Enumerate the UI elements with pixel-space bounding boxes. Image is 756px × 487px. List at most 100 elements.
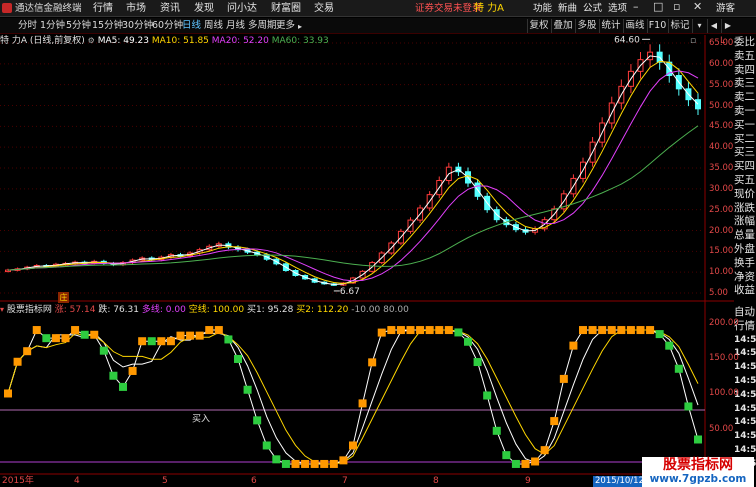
indicator-block xyxy=(617,326,626,335)
btn-diejia[interactable]: 叠加 xyxy=(551,19,574,33)
tick-row-label: 14:50 xyxy=(734,375,756,386)
menu-zixun[interactable]: 资讯 xyxy=(160,2,180,15)
app-title: 通达信金融终端 xyxy=(15,3,82,14)
quote-row-label: 涨跌 xyxy=(734,201,755,214)
indicator-block xyxy=(626,326,635,335)
indicator-block xyxy=(425,326,434,335)
ma10-line xyxy=(7,60,699,285)
period-1min[interactable]: 1分钟 xyxy=(40,20,65,32)
indicator-block xyxy=(377,328,386,337)
menu-xuanxiang[interactable]: 选项 xyxy=(608,2,627,15)
quote-row-label: 总量 xyxy=(734,229,755,242)
btn-fuquan[interactable]: 复权 xyxy=(527,19,550,33)
ind-mai2: 买2: 112.20 xyxy=(296,305,349,315)
indicator-block xyxy=(531,457,540,466)
period-toolbar: 分时 1分钟 5分钟 15分钟 30分钟 60分钟 日线 周线 月线 多周期 更… xyxy=(0,18,756,34)
date-tick: 5 xyxy=(162,476,168,486)
period-multi[interactable]: 多周期 xyxy=(248,20,277,32)
btn-biaoji[interactable]: 标记 xyxy=(668,19,691,33)
period-week[interactable]: 周线 xyxy=(204,20,223,32)
high-price-label: 64.60 xyxy=(614,35,640,45)
menu-shichang[interactable]: 市场 xyxy=(126,2,146,15)
menu-wenxiaoda[interactable]: 问小达 xyxy=(227,2,257,15)
indicator-block xyxy=(61,334,70,343)
quote-panel: 委比 卖五 卖四 卖三 卖二 卖一 买一 买二 买三 买四 买五 现价 涨跌 涨幅 总量 外盘 换手 净资 收益 xyxy=(734,36,756,304)
indicator-block xyxy=(176,331,185,340)
tick-row-label: 14:50 xyxy=(734,417,756,428)
title-bar: 通达信金融终端 行情 市场 资讯 发现 问小达 财富圈 交易 证券交易未登录 特… xyxy=(0,0,756,17)
date-tick: 7 xyxy=(342,476,348,486)
btn-tongji[interactable]: 统计 xyxy=(599,19,622,33)
menu-gongneng[interactable]: 功能 xyxy=(533,2,552,15)
period-more[interactable]: 更多 xyxy=(276,20,295,32)
btn-f10[interactable]: F10 xyxy=(647,19,667,33)
indicator-block xyxy=(195,331,204,340)
close-icon[interactable]: ✕ xyxy=(693,0,702,13)
tick-row-label: 14:50 xyxy=(734,444,756,455)
minimize-icon[interactable]: – xyxy=(633,0,639,13)
toolbar-dropdown-icon[interactable]: ▾ xyxy=(692,19,706,33)
indicator-block xyxy=(147,337,156,346)
login-status[interactable]: 证券交易未登录 xyxy=(415,2,482,15)
maximize-icon[interactable]: □ xyxy=(653,0,663,13)
quote-row-label: 卖二 xyxy=(734,91,755,104)
indicator-block xyxy=(655,330,664,339)
btn-huaxian[interactable]: 画线 xyxy=(623,19,646,33)
indicator-block xyxy=(444,326,453,335)
menu-caifuquan[interactable]: 财富圈 xyxy=(271,2,301,15)
menu-gongshi[interactable]: 公式 xyxy=(583,2,602,15)
indicator-block xyxy=(243,385,252,394)
ma5-label: MA5: 49.23 xyxy=(97,36,149,46)
indicator-collapse-icon[interactable]: ▾ xyxy=(0,305,4,314)
menu-xinqu[interactable]: 新曲 xyxy=(558,2,577,15)
price-tick: 10.00 xyxy=(709,267,734,278)
indicator-block xyxy=(214,326,223,335)
next-arrow-icon[interactable]: ▶ xyxy=(721,19,734,33)
period-fenshi[interactable]: 分时 xyxy=(18,20,37,32)
prev-arrow-icon[interactable]: ◀ xyxy=(707,19,720,33)
more-chevron-icon[interactable]: ▸ xyxy=(298,21,302,33)
indicator-block xyxy=(387,326,396,335)
indicator-tick: 50.00 xyxy=(709,423,734,434)
indicator-legend: ▾ 股票指标网 涨: 57.14 跌: 76.31 多线: 0.00 空线: 1… xyxy=(0,304,409,316)
kline-chart[interactable]: 买入 64.60 6.67 xyxy=(0,35,734,487)
restore-icon[interactable]: ▫ xyxy=(673,0,680,13)
price-tick: 45.00 xyxy=(709,121,734,132)
indicator-block xyxy=(272,455,281,464)
indicator-block xyxy=(435,326,444,335)
watermark-url: www.7gpzb.com xyxy=(649,473,747,485)
indicator-block xyxy=(224,335,233,344)
app-logo-icon xyxy=(2,3,12,13)
btn-duogu[interactable]: 多股 xyxy=(575,19,598,33)
indicator-block xyxy=(665,341,674,350)
indicator-block xyxy=(511,459,520,468)
indicator-block xyxy=(492,426,501,435)
period-30min[interactable]: 30分钟 xyxy=(122,20,153,32)
period-month[interactable]: 月线 xyxy=(226,20,245,32)
period-15min[interactable]: 15分钟 xyxy=(92,20,123,32)
menu-hangqing[interactable]: 行情 xyxy=(93,2,113,15)
price-tick: 35.00 xyxy=(709,163,734,173)
price-tick: 50.00 xyxy=(709,100,734,111)
period-60min[interactable]: 60分钟 xyxy=(152,20,183,32)
indicator-block xyxy=(674,364,683,373)
ind-zhang: 涨: 57.14 xyxy=(54,305,96,315)
quote-row-label: 卖一 xyxy=(734,104,755,117)
user-guest[interactable]: 游客 xyxy=(716,2,735,15)
ma60-label: MA60: 33.93 xyxy=(271,36,329,46)
menu-jiaoyi[interactable]: 交易 xyxy=(314,2,334,15)
watermark-title: 股票指标网 xyxy=(663,457,733,473)
settings-gear-icon[interactable]: ⚙ xyxy=(88,36,95,45)
date-tick: 9 xyxy=(525,476,531,486)
period-5min[interactable]: 5分钟 xyxy=(66,20,91,32)
indicator-block xyxy=(23,347,32,356)
period-day[interactable]: 日线 xyxy=(182,20,201,32)
indicator-block xyxy=(329,459,338,468)
panel-restore-icon[interactable]: ▫ xyxy=(690,36,696,46)
price-tick: 60.00 xyxy=(709,58,734,69)
quote-row-label: 涨幅 xyxy=(734,215,755,228)
indicator-block xyxy=(310,459,319,468)
indicator-block xyxy=(559,374,568,383)
indicator-block xyxy=(636,326,645,335)
menu-faxian[interactable]: 发现 xyxy=(194,2,214,15)
